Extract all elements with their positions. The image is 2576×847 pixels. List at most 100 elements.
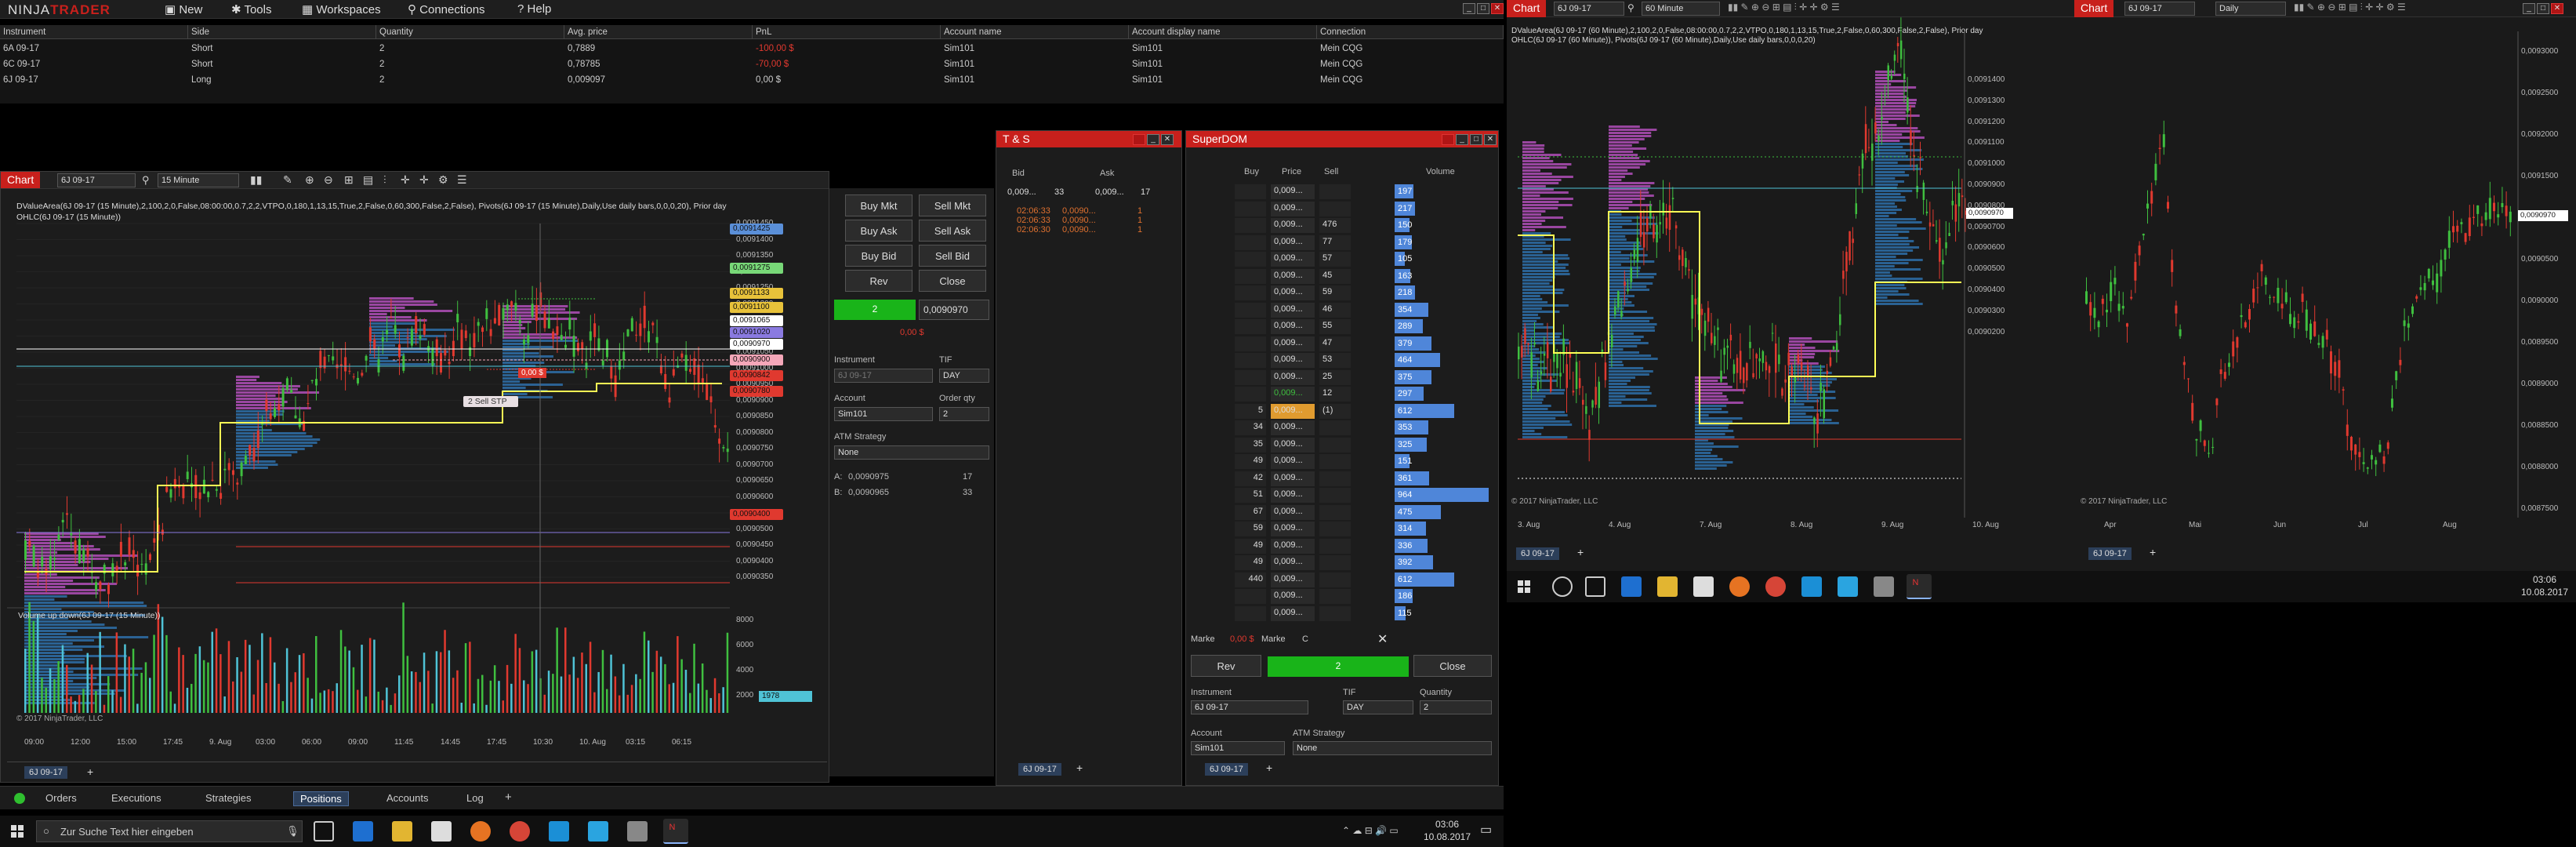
edge-browser-icon[interactable] [353,821,373,842]
col-quantity[interactable]: Quantity [376,25,564,39]
dom-sell-cell[interactable] [1319,201,1351,216]
dom-sell-cell[interactable]: 12 [1319,387,1351,402]
dom-sell-cell[interactable] [1319,589,1351,604]
microphone-icon[interactable]: 🎙 [286,825,299,838]
account-select[interactable]: Sim101 [834,407,933,421]
firefox-icon[interactable] [470,821,491,842]
dom-buy-cell[interactable] [1235,285,1266,300]
file-explorer-icon[interactable] [392,821,412,842]
dom-buy-cell[interactable] [1235,605,1266,621]
rev-button[interactable]: Rev [845,270,912,292]
dom-price-cell[interactable]: 0,009... [1271,302,1315,318]
dom-market-sell[interactable]: Marke [1261,634,1286,644]
dom-sell-cell[interactable] [1319,471,1351,486]
dom-close[interactable]: ✕ [1484,134,1497,145]
dom-price-cell[interactable]: 0,009... [1271,353,1315,368]
menu-connections[interactable]: ⚲ Connections [408,2,485,16]
order-qty-stepper[interactable]: 2 [939,407,989,421]
dom-price-cell[interactable]: 0,009... [1271,218,1315,233]
dom-price-cell[interactable]: 0,009... [1271,572,1315,587]
clock-date[interactable]: 10.08.2017 [1417,831,1477,842]
positions-cell-pnl[interactable]: 0,00 $ [753,72,784,88]
sell-mkt-button[interactable]: Sell Mkt [919,194,986,216]
positions-cell-display[interactable]: Sim101 [1129,41,1166,56]
ninjatrader-taskbar-icon[interactable]: ᴺ [663,819,688,844]
menu-help[interactable]: ? Help [517,2,551,16]
dom-close-button[interactable]: Close [1413,655,1492,677]
ts-close[interactable]: ✕ [1161,134,1174,145]
positions-cell-pnl[interactable]: -70,00 $ [753,56,792,72]
dom-price-cell[interactable]: 0,009... [1271,538,1315,554]
ts-red-icon[interactable] [1133,134,1145,145]
dom-instrument-select[interactable]: 6J 09-17 [1191,700,1308,714]
chart2-bottom-tab[interactable]: 6J 09-17 [1516,547,1559,560]
positions-cell-pnl[interactable]: -100,00 $ [753,41,797,56]
dom-buy-cell[interactable]: 42 [1235,471,1266,486]
dom-sell-cell[interactable]: 46 [1319,302,1351,318]
dom-buy-cell[interactable]: 49 [1235,555,1266,570]
dom-price-cell[interactable]: 0,009... [1271,437,1315,453]
dom-buy-cell[interactable]: 59 [1235,522,1266,536]
menu-new[interactable]: ▣ New [165,2,202,16]
dom-account-select[interactable]: Sim101 [1191,741,1285,755]
dom-buy-cell[interactable]: 49 [1235,538,1266,554]
notification-icon[interactable]: ▭ [1480,822,1492,838]
tif-select[interactable]: DAY [939,369,989,383]
dom-red-icon[interactable] [1442,134,1454,145]
dom-sell-cell[interactable]: 45 [1319,268,1351,284]
positions-cell-instrument[interactable]: 6C 09-17 [0,56,43,72]
positions-cell-side[interactable]: Short [188,56,216,72]
instrument-select[interactable]: 6J 09-17 [834,369,933,383]
teamviewer-icon[interactable] [1801,576,1822,597]
dom-sell-cell[interactable]: 25 [1319,369,1351,385]
dom-price-cell[interactable]: 0,009... [1271,471,1315,486]
dom-buy-cell[interactable]: 49 [1235,454,1266,469]
dom-buy-cell[interactable] [1235,319,1266,334]
dom-sell-cell[interactable]: 476 [1319,218,1351,233]
dom-sell-cell[interactable]: 59 [1319,285,1351,300]
positions-cell-instrument[interactable]: 6J 09-17 [0,72,42,88]
dom-buy-cell[interactable] [1235,336,1266,351]
windows-start-icon[interactable] [1518,580,1530,593]
dom-buy-cell[interactable]: 51 [1235,488,1266,503]
dom-price-cell[interactable]: 0,009... [1271,488,1315,503]
dom-sell-cell[interactable] [1319,504,1351,520]
tray-icons[interactable]: ⌃ ☁ ⊟ 🔊 ▭ [1342,825,1399,836]
taskbar-search-input[interactable]: ○ Zur Suche Text hier eingeben 🎙 [36,820,303,842]
dom-sell-cell[interactable] [1319,184,1351,199]
dom-minimize[interactable]: _ [1456,134,1468,145]
dom-price-cell[interactable]: 0,009... [1271,319,1315,334]
add-control-tab-icon[interactable]: + [505,791,512,804]
maximize-button[interactable]: □ [1477,3,1489,14]
dom-sell-cell[interactable]: 77 [1319,234,1351,250]
dom-sell-cell[interactable]: 55 [1319,319,1351,334]
chart2-plot[interactable] [1507,0,2016,553]
dom-sell-cell[interactable] [1319,538,1351,554]
menu-tools[interactable]: ✱ Tools [231,2,272,16]
chart3-bottom-tab[interactable]: 6J 09-17 [2088,547,2132,560]
dom-buy-cell[interactable] [1235,184,1266,199]
positions-cell-side[interactable]: Long [188,72,215,88]
dom-sell-cell[interactable] [1319,572,1351,587]
dom-cancel-icon[interactable]: ✕ [1377,631,1388,647]
dom-sell-cell[interactable] [1319,605,1351,621]
dom-buy-cell[interactable] [1235,234,1266,250]
atm-strategy-select[interactable]: None [834,445,989,460]
close-button[interactable]: ✕ [1491,3,1504,14]
windows-start-icon[interactable] [11,825,24,838]
positions-cell-qty[interactable]: 2 [376,56,387,72]
positions-cell-avg[interactable]: 0,78785 [564,56,604,72]
dom-price-cell[interactable]: 0,009... [1271,234,1315,250]
dom-sell-cell[interactable] [1319,555,1351,570]
buy-bid-button[interactable]: Buy Bid [845,245,912,267]
ninjatrader-taskbar-icon[interactable]: ᴺ [1907,574,1932,599]
positions-cell-conn[interactable]: Mein CQG [1317,72,1366,88]
dom-buy-cell[interactable] [1235,268,1266,284]
dom-tif-select[interactable]: DAY [1343,700,1413,714]
edge-browser-icon[interactable] [1621,576,1642,597]
dom-price-cell[interactable]: 0,009... [1271,589,1315,604]
store-icon[interactable] [431,821,452,842]
dom-buy-cell[interactable]: 34 [1235,420,1266,435]
add-tab-icon[interactable]: + [87,765,93,778]
dom-buy-cell[interactable]: 440 [1235,572,1266,587]
